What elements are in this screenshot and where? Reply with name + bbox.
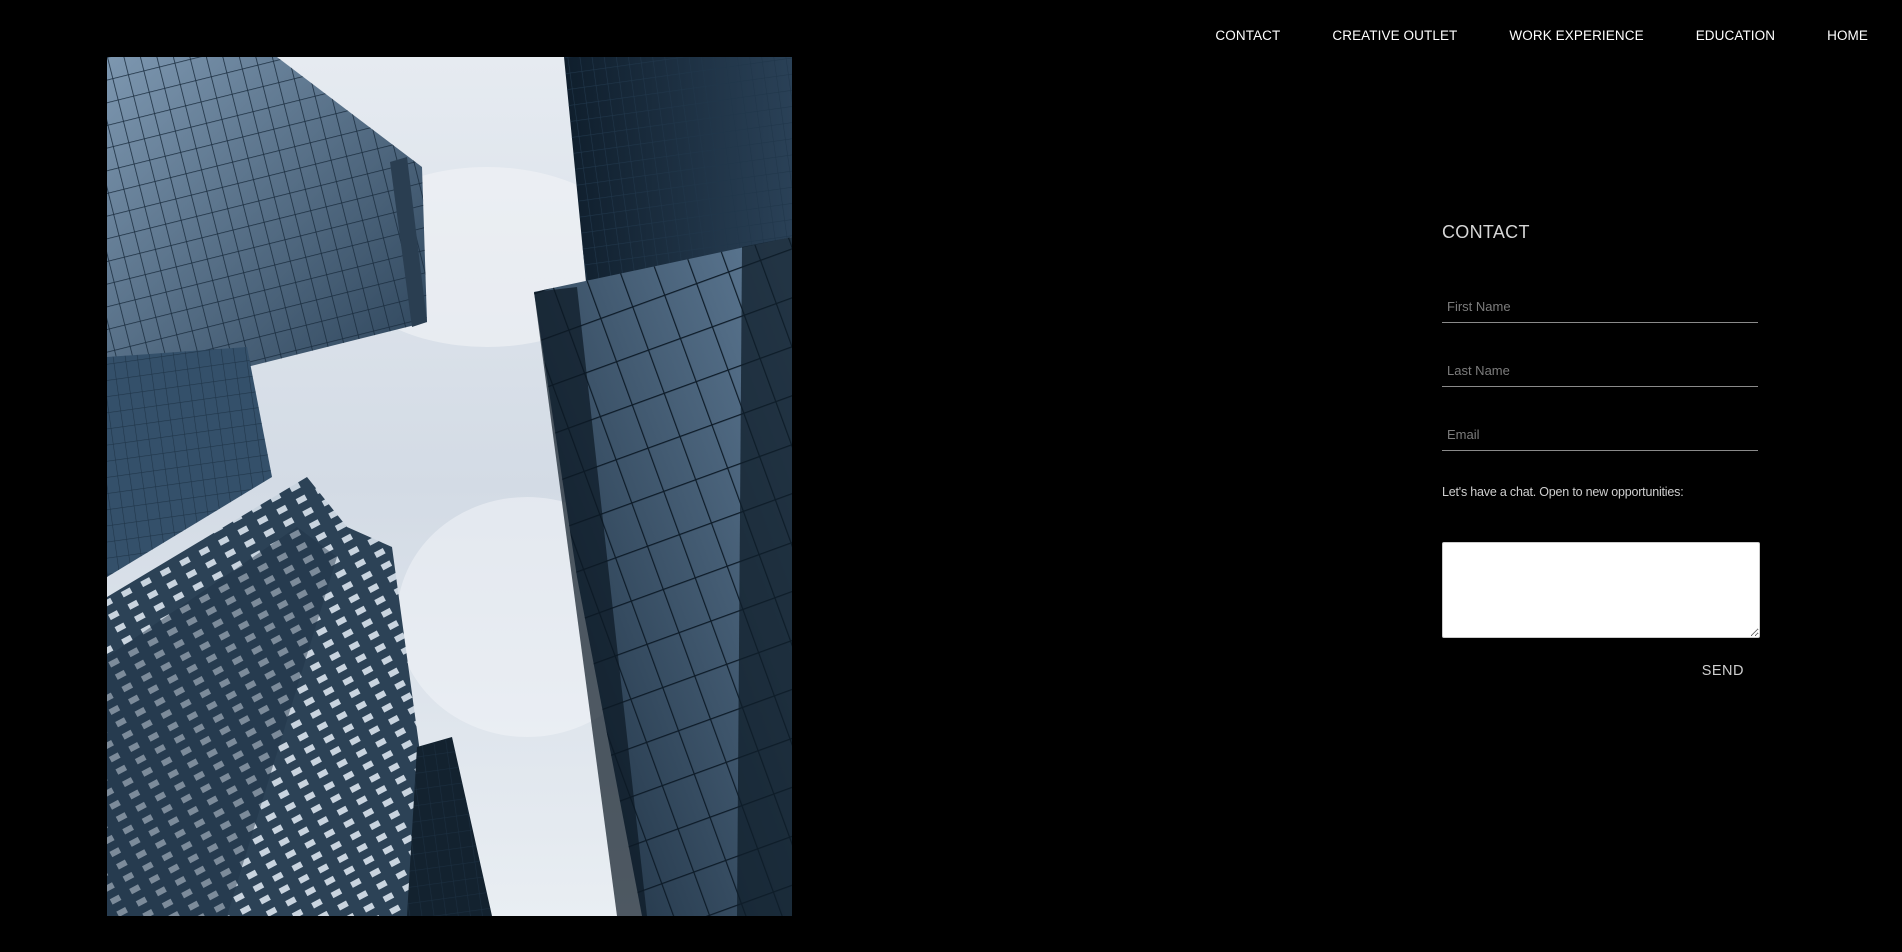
send-button[interactable]: SEND bbox=[1702, 663, 1744, 679]
email-field bbox=[1442, 421, 1758, 451]
last-name-field bbox=[1442, 357, 1758, 387]
last-name-input[interactable] bbox=[1442, 357, 1758, 387]
hero-image bbox=[107, 57, 792, 916]
contact-title: CONTACT bbox=[1442, 222, 1530, 242]
nav-contact-link[interactable]: CONTACT bbox=[1215, 28, 1280, 43]
message-textarea[interactable] bbox=[1442, 542, 1760, 638]
nav-work-experience-link[interactable]: WORK EXPERIENCE bbox=[1509, 28, 1643, 43]
nav-home-link[interactable]: HOME bbox=[1827, 28, 1868, 43]
email-input[interactable] bbox=[1442, 421, 1758, 451]
nav-education-link[interactable]: EDUCATION bbox=[1696, 28, 1775, 43]
message-prompt: Let's have a chat. Open to new opportuni… bbox=[1442, 485, 1684, 499]
skyscrapers-illustration bbox=[107, 57, 792, 916]
first-name-input[interactable] bbox=[1442, 293, 1758, 323]
nav-creative-outlet-link[interactable]: CREATIVE OUTLET bbox=[1332, 28, 1457, 43]
first-name-field bbox=[1442, 293, 1758, 323]
contact-form: CONTACT Let's have a chat. Open to new o… bbox=[1442, 222, 1760, 679]
top-nav: CONTACT CREATIVE OUTLET WORK EXPERIENCE … bbox=[1163, 0, 1902, 70]
